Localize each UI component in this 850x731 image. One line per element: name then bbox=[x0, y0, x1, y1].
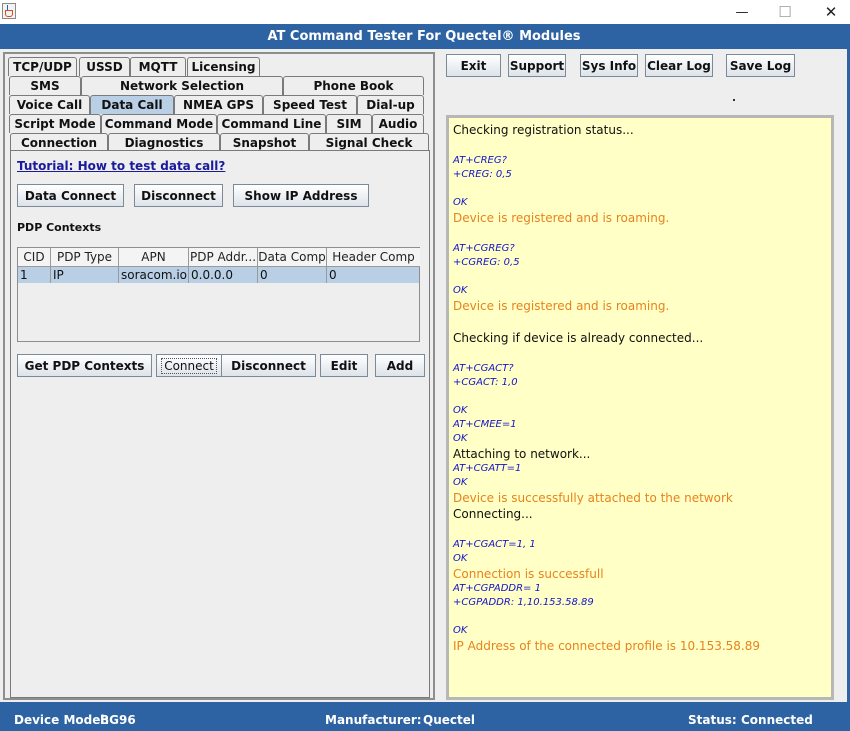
log-line: Checking registration status... bbox=[453, 123, 634, 137]
log-line: OK bbox=[453, 197, 468, 208]
log-line: OK bbox=[453, 433, 468, 444]
log-line: OK bbox=[453, 553, 468, 564]
device-model-label: Device Model: bbox=[14, 713, 110, 727]
log-line: AT+CREG? bbox=[453, 155, 507, 166]
tab-ussd[interactable]: USSD bbox=[79, 57, 130, 76]
tab-dial-up[interactable]: Dial-up bbox=[357, 95, 424, 114]
log-line: OK bbox=[453, 477, 468, 488]
log-line: Attaching to network... bbox=[453, 447, 591, 461]
table-cell-header-comp[interactable]: 0 bbox=[327, 267, 419, 283]
log-line: +CGREG: 0,5 bbox=[453, 257, 520, 268]
tab-nmea-gps[interactable]: NMEA GPS bbox=[174, 95, 263, 114]
tab-voice-call[interactable]: Voice Call bbox=[9, 95, 90, 114]
app-title: AT Command Tester For Quectel® Modules bbox=[0, 24, 848, 49]
tab-licensing[interactable]: Licensing bbox=[187, 57, 260, 76]
pdp-contexts-label: PDP Contexts bbox=[17, 221, 102, 234]
tab-data-call[interactable]: Data Call bbox=[90, 95, 174, 114]
tab-speed-test[interactable]: Speed Test bbox=[263, 95, 357, 114]
log-line: AT+CGATT=1 bbox=[453, 463, 522, 474]
log-panel[interactable]: Checking registration status... AT+CREG? +… bbox=[446, 115, 834, 700]
log-line: AT+CMEE=1 bbox=[453, 419, 517, 430]
add-button[interactable]: Add bbox=[375, 354, 425, 377]
log-line: Connecting... bbox=[453, 507, 533, 521]
window-titlebar: — ☐ ✕ bbox=[0, 0, 850, 24]
tab-sim[interactable]: SIM bbox=[326, 114, 372, 133]
status-value: Connected bbox=[741, 713, 813, 727]
column-header-cid[interactable]: CID bbox=[18, 248, 51, 267]
tab-command-mode[interactable]: Command Mode bbox=[101, 114, 217, 133]
save-log-button[interactable]: Save Log bbox=[726, 54, 795, 77]
tab-tcp-udp[interactable]: TCP/UDP bbox=[8, 57, 77, 76]
close-icon[interactable]: ✕ bbox=[808, 0, 850, 24]
maximize-icon[interactable]: ☐ bbox=[762, 0, 808, 24]
log-line: +CGACT: 1,0 bbox=[453, 377, 518, 388]
log-line: AT+CGREG? bbox=[453, 243, 515, 254]
tab-command-line[interactable]: Command Line bbox=[217, 114, 326, 133]
log-line: OK bbox=[453, 625, 468, 636]
sys-info-button[interactable]: Sys Info bbox=[580, 54, 638, 77]
connect-button[interactable]: Connect bbox=[156, 354, 222, 377]
connect-button-label: Connect bbox=[161, 357, 217, 374]
log-line: AT+CGACT=1, 1 bbox=[453, 539, 536, 550]
java-icon[interactable] bbox=[2, 3, 16, 19]
log-line: OK bbox=[453, 405, 468, 416]
table-cell-apn[interactable]: soracom.io bbox=[119, 267, 189, 283]
column-header-pdp-address[interactable]: PDP Addr... bbox=[189, 248, 258, 267]
log-line: Device is registered and is roaming. bbox=[453, 211, 670, 225]
log-line: Connection is successfull bbox=[453, 567, 604, 581]
table-cell-pdp-type[interactable]: IP bbox=[51, 267, 119, 283]
log-line: Device is registered and is roaming. bbox=[453, 299, 670, 313]
log-line: Checking if device is already connected.… bbox=[453, 331, 704, 345]
column-header-apn[interactable]: APN bbox=[119, 248, 189, 267]
exit-button[interactable]: Exit bbox=[446, 54, 501, 77]
status-bar: Device Model: BG96 Manufacturer: Quectel… bbox=[0, 702, 848, 731]
log-line: AT+CGACT? bbox=[453, 363, 514, 374]
log-line: IP Address of the connected profile is 1… bbox=[453, 639, 761, 653]
tab-script-mode[interactable]: Script Mode bbox=[9, 114, 101, 133]
disconnect-button[interactable]: Disconnect bbox=[134, 184, 223, 207]
table-cell-pdp-address[interactable]: 0.0.0.0 bbox=[189, 267, 258, 283]
tab-audio[interactable]: Audio bbox=[372, 114, 424, 133]
tutorial-link[interactable]: Tutorial: How to test data call? bbox=[17, 159, 225, 173]
clear-log-button[interactable]: Clear Log bbox=[645, 54, 713, 77]
support-button[interactable]: Support bbox=[508, 54, 566, 77]
column-header-pdp-type[interactable]: PDP Type bbox=[51, 248, 119, 267]
minimize-icon[interactable]: — bbox=[719, 0, 765, 24]
log-line: +CREG: 0,5 bbox=[453, 169, 512, 180]
table-cell-cid[interactable]: 1 bbox=[18, 267, 51, 283]
log-line: OK bbox=[453, 285, 468, 296]
pdp-disconnect-button[interactable]: Disconnect bbox=[221, 354, 316, 377]
tab-phone-book[interactable]: Phone Book bbox=[283, 76, 424, 95]
log-line: Device is successfully attached to the n… bbox=[453, 491, 733, 505]
column-header-data-comp[interactable]: Data Comp bbox=[258, 248, 327, 267]
app-title-text: AT Command Tester For Quectel® Modules bbox=[267, 29, 581, 44]
table-cell-data-comp[interactable]: 0 bbox=[258, 267, 327, 283]
log-line: +CGPADDR: 1,10.153.58.89 bbox=[453, 597, 594, 608]
tab-mqtt[interactable]: MQTT bbox=[130, 57, 186, 76]
manufacturer-value: Quectel bbox=[423, 713, 475, 727]
pdp-contexts-table[interactable]: CID PDP Type APN PDP Addr... Data Comp H… bbox=[17, 247, 420, 342]
edit-button[interactable]: Edit bbox=[320, 354, 368, 377]
manufacturer-label: Manufacturer: bbox=[325, 713, 422, 727]
show-ip-address-button[interactable]: Show IP Address bbox=[233, 184, 369, 207]
data-connect-button[interactable]: Data Connect bbox=[17, 184, 124, 207]
column-header-header-comp[interactable]: Header Comp bbox=[327, 248, 420, 267]
device-model-value: BG96 bbox=[100, 713, 136, 727]
tab-network-selection[interactable]: Network Selection bbox=[81, 76, 283, 95]
separator-dot bbox=[733, 99, 735, 101]
get-pdp-contexts-button[interactable]: Get PDP Contexts bbox=[17, 354, 152, 377]
tab-sms[interactable]: SMS bbox=[9, 76, 81, 95]
status-label: Status: bbox=[688, 713, 737, 727]
log-line: AT+CGPADDR= 1 bbox=[453, 583, 541, 594]
